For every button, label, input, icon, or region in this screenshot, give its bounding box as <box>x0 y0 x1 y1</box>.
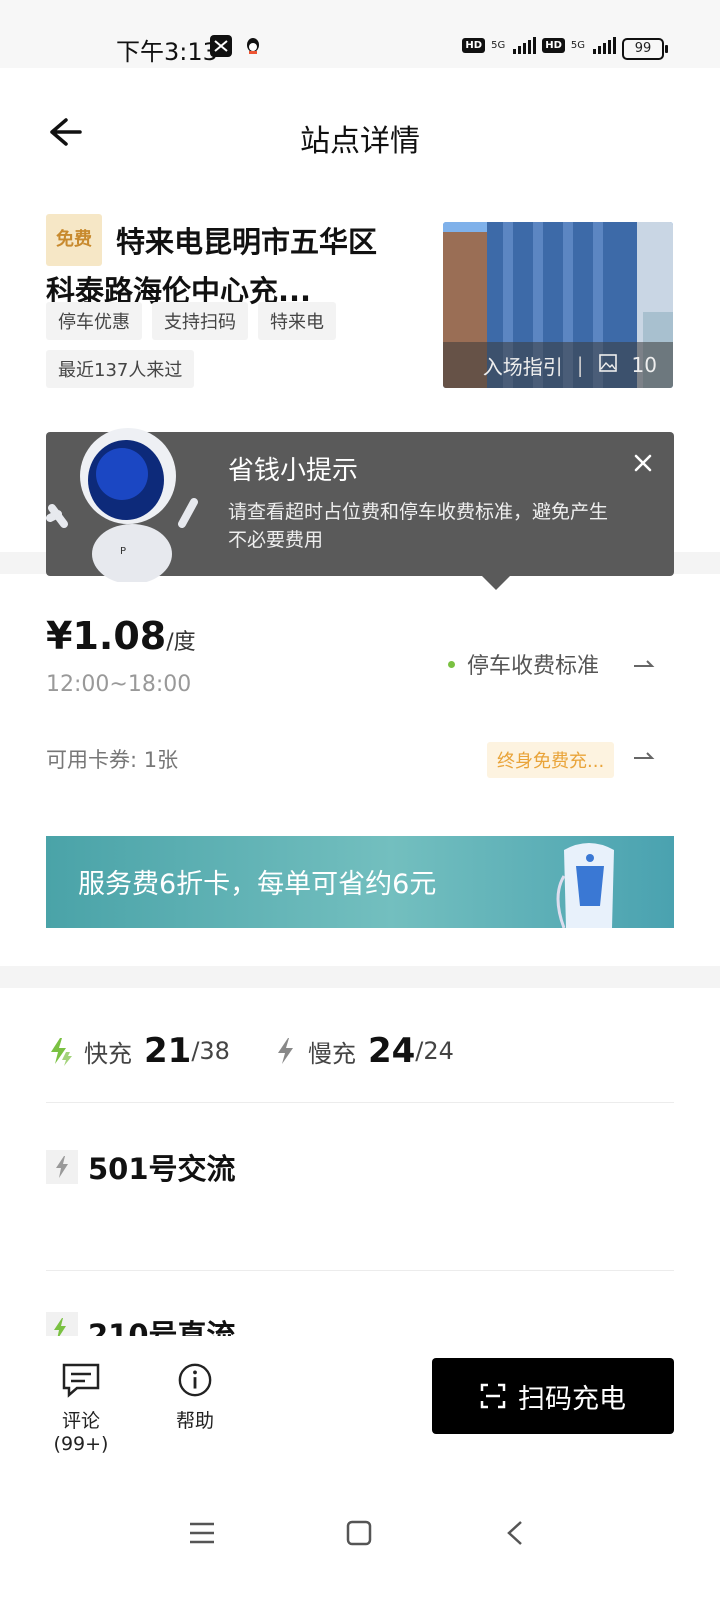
tag-scan-support: 支持扫码 <box>152 302 248 340</box>
photo-overlay: 入场指引 | 10 <box>443 342 673 388</box>
bottom-action-bar: 评论(99+) 帮助 扫码充电 <box>0 1336 720 1455</box>
signal-icon <box>593 36 616 54</box>
photo-count: 10 <box>631 353 657 377</box>
slow-charge-stat: 慢充 24/24 <box>274 1031 454 1071</box>
gallery-icon <box>598 353 618 378</box>
svg-text:P: P <box>120 546 126 557</box>
fast-charge-available: 21 <box>144 1031 192 1071</box>
network-type: 5G <box>491 39 506 51</box>
page-title: 站点详情 <box>300 124 420 159</box>
help-label: 帮助 <box>175 1410 214 1432</box>
fast-charge-icon <box>51 1038 72 1066</box>
charger-illustration <box>556 843 614 928</box>
green-dot-icon <box>448 660 455 668</box>
arrow-right-icon[interactable] <box>632 658 656 672</box>
fast-charge-total: /38 <box>191 1037 230 1065</box>
signal-icon <box>513 36 537 54</box>
free-badge: 免费 <box>46 214 102 266</box>
system-nav-bar <box>0 1520 720 1600</box>
charging-stats: 快充 21/38 慢充 24/24 <box>46 1026 674 1076</box>
home-icon[interactable] <box>346 1520 372 1546</box>
price-unit: /度 <box>166 630 196 655</box>
comment-button[interactable]: 评论(99+) <box>38 1362 124 1455</box>
fast-charge-label: 快充 <box>84 1039 132 1068</box>
slow-charge-total: /24 <box>415 1037 454 1065</box>
charger-name: 501号交流 <box>88 1152 236 1186</box>
divider <box>46 1270 674 1271</box>
qq-icon <box>242 35 264 57</box>
hd-badge: HD <box>542 37 565 53</box>
station-tags: 停车优惠 支持扫码 特来电 最近137人来过 <box>46 302 406 398</box>
menu-icon[interactable] <box>188 1520 216 1546</box>
charger-list-item[interactable]: 501号交流 <box>46 1146 236 1188</box>
app-header: 站点详情 <box>0 68 720 196</box>
scan-charge-button[interactable]: 扫码充电 <box>432 1358 674 1434</box>
charger-list-item[interactable]: 210号直流 <box>46 1312 236 1336</box>
coupon-label: 可用卡券: 1张 <box>46 748 179 772</box>
fast-charge-stat: 快充 21/38 <box>46 1031 230 1071</box>
parking-fee-label: 停车收费标准 <box>467 654 600 679</box>
parking-fee-link[interactable]: 停车收费标准 <box>448 648 599 680</box>
hd-badge: HD <box>462 37 486 53</box>
charger-name: 210号直流 <box>88 1318 236 1336</box>
dc-charger-icon <box>46 1312 78 1336</box>
money-saving-tip-popup: P 省钱小提示 请查看超时占位费和停车收费标准，避免产生不必要费用 <box>46 428 674 590</box>
tip-text: 请查看超时占位费和停车收费标准，避免产生不必要费用 <box>228 501 609 551</box>
promo-banner[interactable]: 服务费6折卡，每单可省约6元 <box>46 836 674 928</box>
status-time: 下午3:13 <box>116 38 218 66</box>
network-type: 5G <box>570 39 585 51</box>
entry-guide-link[interactable]: 入场指引 <box>483 351 563 380</box>
scan-charge-label: 扫码充电 <box>518 1383 626 1415</box>
slow-charge-label: 慢充 <box>307 1039 356 1068</box>
price-section: ¥1.08/度 12:00~18:00 停车收费标准 可用卡券: 1张 终身免费… <box>0 574 720 960</box>
app-notification-icon <box>210 35 232 57</box>
slow-charge-available: 24 <box>367 1031 416 1071</box>
section-divider <box>0 966 720 988</box>
battery-icon: 99 <box>622 38 668 60</box>
status-bar: 下午3:13 HD 5G HD 5G 99 <box>0 0 720 68</box>
scan-icon <box>480 1383 506 1409</box>
price-amount: ¥1.08 <box>46 614 167 658</box>
help-button[interactable]: 帮助 <box>170 1362 220 1433</box>
coupon-badge[interactable]: 终身免费充... <box>487 742 615 778</box>
promo-banner-text: 服务费6折卡，每单可省约6元 <box>78 869 437 900</box>
divider <box>46 1102 674 1103</box>
robot-mascot-icon: P <box>44 414 214 584</box>
info-icon <box>178 1363 212 1397</box>
price-time-range: 12:00~18:00 <box>46 672 192 697</box>
tag-recent-visitors: 最近137人来过 <box>46 350 195 388</box>
comment-icon <box>62 1363 100 1398</box>
comment-label: 评论(99+) <box>53 1410 109 1455</box>
tip-title: 省钱小提示 <box>228 456 359 486</box>
back-icon[interactable] <box>504 1520 526 1546</box>
ac-charger-icon <box>46 1150 78 1184</box>
arrow-right-icon[interactable] <box>632 750 656 764</box>
slow-charge-icon <box>277 1038 293 1064</box>
station-photo[interactable]: 入场指引 | 10 <box>443 222 673 388</box>
station-name[interactable]: 免费 特来电昆明市五华区科泰路海伦中心充... <box>46 214 382 312</box>
close-icon[interactable] <box>630 450 656 476</box>
tag-brand: 特来电 <box>258 302 336 340</box>
tag-parking-discount: 停车优惠 <box>46 302 142 340</box>
price-value: ¥1.08/度 <box>46 614 196 658</box>
